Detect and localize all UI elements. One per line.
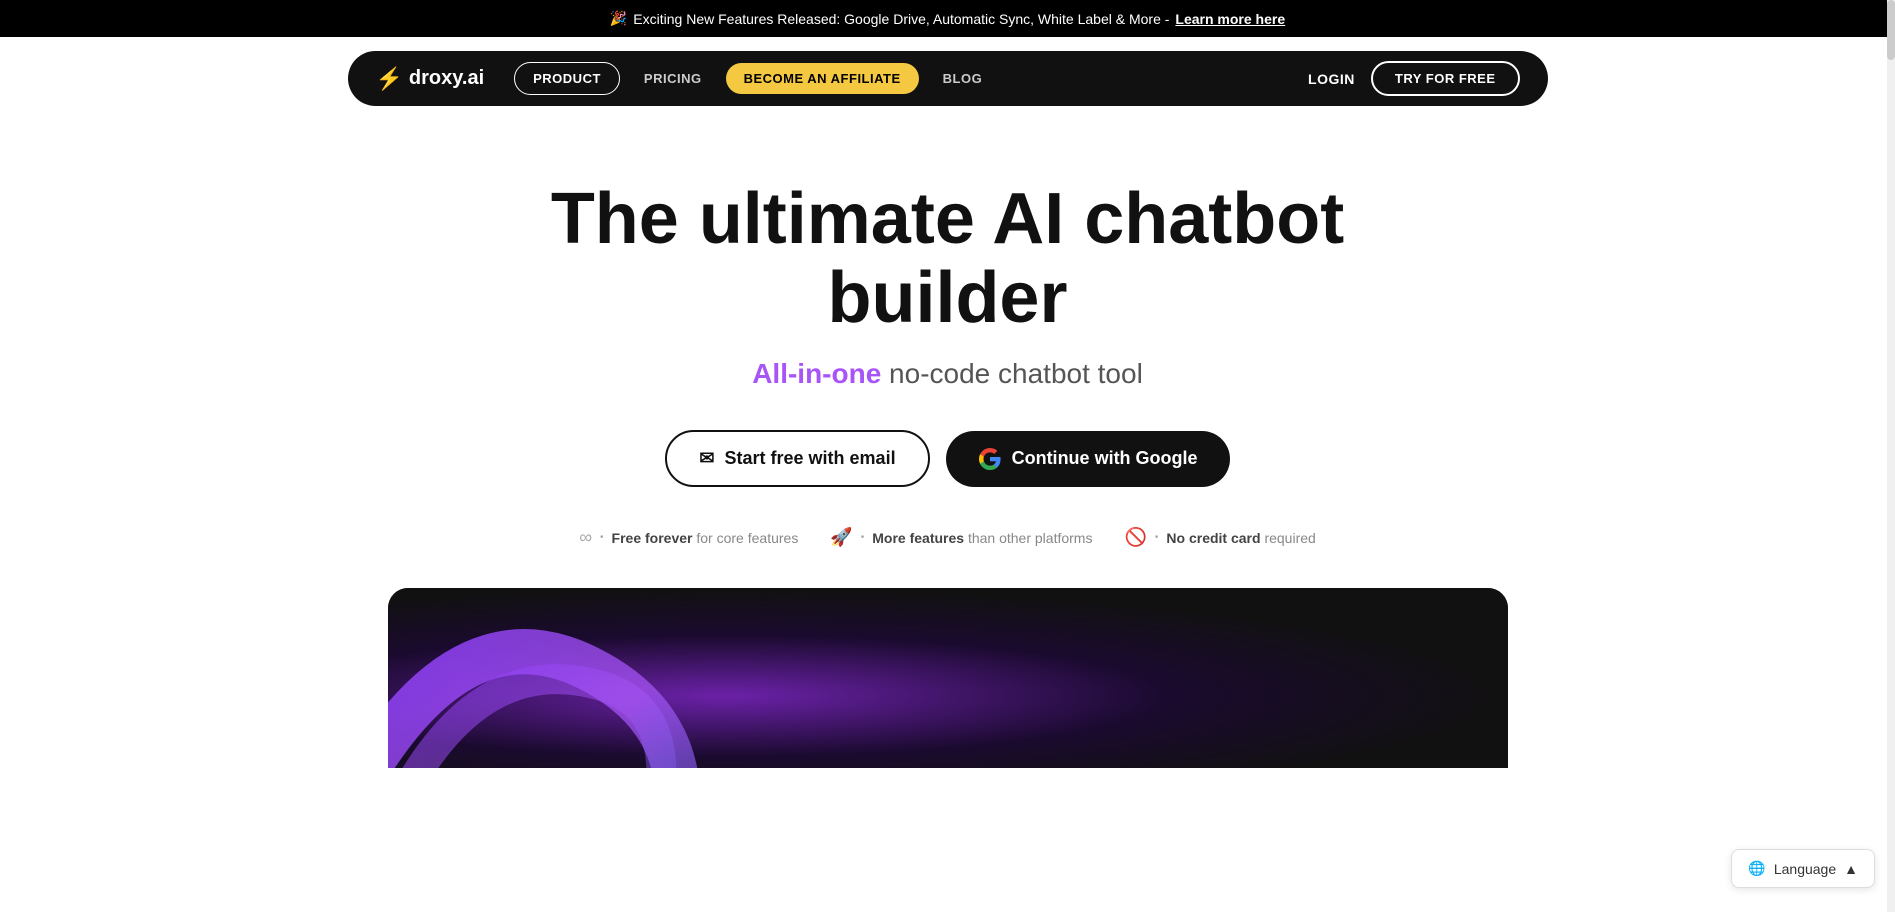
pill-features-text: than other platforms [968, 530, 1093, 546]
hero-title: The ultimate AI chatbot builder [448, 180, 1448, 338]
hero-section: The ultimate AI chatbot builder All-in-o… [0, 120, 1895, 808]
hero-buttons: ✉ Start free with email Continue with Go… [665, 430, 1229, 487]
announcement-text: Exciting New Features Released: Google D… [633, 11, 1169, 27]
nav-try-button[interactable]: TRY FOR FREE [1371, 61, 1520, 96]
feature-pill-features: 🚀 • More features than other platforms [830, 527, 1092, 548]
google-g-icon [978, 447, 1002, 471]
demo-swirl-graphic [388, 588, 808, 768]
nav-pricing[interactable]: PRICING [626, 63, 720, 94]
hero-subtitle: All-in-one no-code chatbot tool [752, 358, 1143, 390]
feature-pill-no-card: 🚫 • No credit card required [1124, 527, 1315, 548]
pill-free-bold: Free forever [612, 530, 693, 546]
pill-features-bold: More features [872, 530, 964, 546]
chevron-up-icon: ▲ [1844, 861, 1858, 877]
nav-links: PRODUCT PRICING BECOME AN AFFILIATE BLOG [514, 62, 1298, 95]
hero-subtitle-highlight: All-in-one [752, 358, 881, 389]
email-icon: ✉ [699, 448, 714, 469]
pill-free-text: for core features [696, 530, 798, 546]
feature-pills: ∞ • Free forever for core features 🚀 • M… [579, 527, 1316, 548]
start-email-button[interactable]: ✉ Start free with email [665, 430, 929, 487]
demo-section [388, 588, 1508, 768]
continue-google-button[interactable]: Continue with Google [946, 431, 1230, 487]
nav-affiliate[interactable]: BECOME AN AFFILIATE [726, 63, 919, 94]
announcement-emoji: 🎉 [610, 10, 627, 27]
scrollbar[interactable] [1887, 0, 1895, 912]
pill-no-card-bold: No credit card [1166, 530, 1260, 546]
nav-wrapper: ⚡ droxy.ai PRODUCT PRICING BECOME AN AFF… [0, 37, 1895, 120]
logo-bolt-icon: ⚡ [376, 66, 403, 92]
hero-subtitle-rest: no-code chatbot tool [881, 358, 1143, 389]
announcement-link[interactable]: Learn more here [1175, 11, 1285, 27]
pill-no-card-text: required [1264, 530, 1315, 546]
continue-google-label: Continue with Google [1012, 448, 1198, 469]
infinity-icon: ∞ [579, 527, 592, 548]
no-card-icon: 🚫 [1124, 527, 1146, 548]
language-label: Language [1774, 861, 1836, 877]
logo-text: droxy.ai [409, 67, 484, 90]
language-selector[interactable]: 🌐 Language ▲ [1731, 849, 1875, 888]
nav-product[interactable]: PRODUCT [514, 62, 620, 95]
nav-inner: ⚡ droxy.ai PRODUCT PRICING BECOME AN AFF… [348, 51, 1548, 106]
globe-icon: 🌐 [1748, 860, 1765, 877]
nav-right: LOGIN TRY FOR FREE [1308, 61, 1519, 96]
start-email-label: Start free with email [725, 448, 896, 469]
announcement-bar: 🎉 Exciting New Features Released: Google… [0, 0, 1895, 37]
feature-pill-free: ∞ • Free forever for core features [579, 527, 798, 548]
logo[interactable]: ⚡ droxy.ai [376, 66, 485, 92]
rocket-icon: 🚀 [830, 527, 852, 548]
scrollbar-thumb[interactable] [1887, 0, 1895, 60]
nav-login[interactable]: LOGIN [1308, 71, 1355, 87]
nav-blog[interactable]: BLOG [925, 63, 1001, 94]
